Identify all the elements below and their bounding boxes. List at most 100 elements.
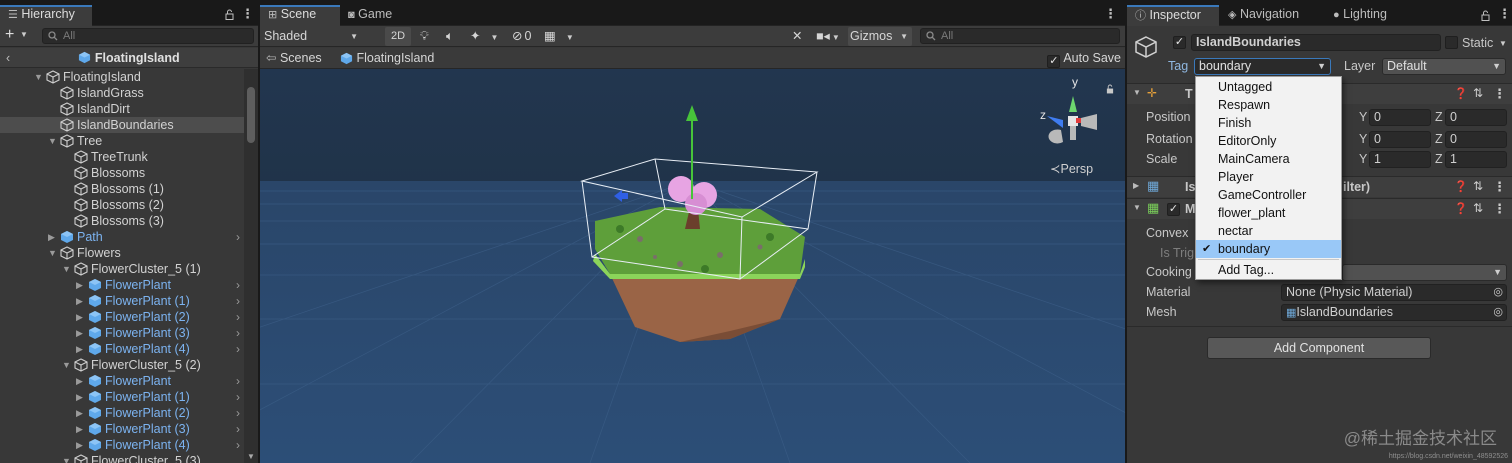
gizmos-dropdown[interactable]: Gizmos ▼: [848, 27, 912, 46]
list-item[interactable]: ▼ FloatingIsland: [0, 69, 244, 85]
breadcrumb-scenes[interactable]: ⇦ Scenes: [266, 49, 322, 68]
lighting-toggle[interactable]: 💡︎: [420, 27, 429, 46]
2d-toggle-button[interactable]: 2D: [385, 27, 411, 46]
chevron-right-icon[interactable]: ›: [236, 405, 240, 421]
chevron-right-icon[interactable]: ›: [236, 277, 240, 293]
hidden-objects-toggle[interactable]: ⊘ 0: [512, 27, 531, 46]
mesh-collider-enabled-checkbox[interactable]: ✓: [1167, 203, 1180, 216]
more-options-icon[interactable]: ⋮: [1493, 86, 1506, 102]
menu-item-nectar[interactable]: nectar: [1196, 222, 1341, 240]
chevron-down-icon[interactable]: ▼: [1499, 39, 1507, 48]
scene-render[interactable]: [260, 69, 1125, 463]
tab-hierarchy[interactable]: ☰ Hierarchy: [0, 5, 92, 26]
tab-inspector[interactable]: ⓘ Inspector: [1127, 5, 1219, 26]
menu-item-editoronly[interactable]: EditorOnly: [1196, 132, 1341, 150]
list-item[interactable]: ▶ FlowerPlant ›: [0, 277, 244, 293]
menu-item-flower-plant[interactable]: flower_plant: [1196, 204, 1341, 222]
lock-icon[interactable]: [1481, 8, 1490, 22]
add-component-button[interactable]: Add Component: [1207, 337, 1431, 359]
list-item[interactable]: ▶ FlowerPlant (3) ›: [0, 325, 244, 341]
scene-viewport[interactable]: y z ≺Persp: [260, 69, 1125, 463]
hierarchy-search-input[interactable]: All: [42, 28, 254, 44]
list-item[interactable]: ▼ Tree: [0, 133, 244, 149]
menu-item-finish[interactable]: Finish: [1196, 114, 1341, 132]
chevron-right-icon[interactable]: ›: [236, 229, 240, 245]
chevron-right-icon[interactable]: ›: [236, 389, 240, 405]
menu-item-player[interactable]: Player: [1196, 168, 1341, 186]
help-icon[interactable]: ❓: [1454, 180, 1468, 193]
menu-item-maincamera[interactable]: MainCamera: [1196, 150, 1341, 168]
presets-icon[interactable]: ⇅: [1473, 201, 1483, 215]
list-item[interactable]: ▶ FlowerPlant (2) ›: [0, 309, 244, 325]
material-field[interactable]: None (Physic Material) ◎: [1281, 284, 1507, 301]
list-item[interactable]: ▼ FlowerCluster_5 (2): [0, 357, 244, 373]
tab-game[interactable]: ◙ Game: [340, 5, 400, 26]
menu-item-respawn[interactable]: Respawn: [1196, 96, 1341, 114]
list-item[interactable]: ▼ FlowerCluster_5 (1): [0, 261, 244, 277]
list-item[interactable]: ▶ FlowerPlant (2) ›: [0, 405, 244, 421]
menu-item-gamecontroller[interactable]: GameController: [1196, 186, 1341, 204]
tag-dropdown[interactable]: boundary ▼: [1194, 58, 1331, 75]
list-item[interactable]: IslandGrass: [0, 85, 244, 101]
effects-dropdown[interactable]: ✦ ▼: [470, 27, 498, 46]
active-checkbox[interactable]: ✓: [1173, 36, 1186, 49]
list-item[interactable]: ▶ FlowerPlant (4) ›: [0, 341, 244, 357]
camera-dropdown[interactable]: ■◂ ▼: [816, 27, 840, 46]
presets-icon[interactable]: ⇅: [1473, 86, 1483, 100]
list-item[interactable]: Blossoms: [0, 165, 244, 181]
layer-dropdown[interactable]: Default ▼: [1382, 58, 1506, 75]
tab-scene[interactable]: ⊞ Scene: [260, 5, 340, 26]
scroll-down-arrow-icon[interactable]: ▼: [247, 452, 255, 461]
position-y-field[interactable]: 0: [1369, 109, 1431, 126]
scene-header[interactable]: ‹ FloatingIsland: [0, 48, 258, 68]
chevron-right-icon[interactable]: ›: [236, 341, 240, 357]
list-item[interactable]: ▶ FlowerPlant (1) ›: [0, 389, 244, 405]
mesh-field[interactable]: ▦IslandBoundaries ◎: [1281, 304, 1507, 321]
list-item[interactable]: Blossoms (3): [0, 213, 244, 229]
list-item-selected[interactable]: IslandBoundaries: [0, 117, 244, 133]
object-picker-icon[interactable]: ◎: [1493, 305, 1503, 320]
list-item[interactable]: ▶ FlowerPlant (3) ›: [0, 421, 244, 437]
list-item[interactable]: ▼ Flowers: [0, 245, 244, 261]
presets-icon[interactable]: ⇅: [1473, 179, 1483, 193]
list-item[interactable]: ▶ Path ›: [0, 229, 244, 245]
list-item[interactable]: ▶ FlowerPlant (1) ›: [0, 293, 244, 309]
object-picker-icon[interactable]: ◎: [1493, 285, 1503, 300]
chevron-right-icon[interactable]: ›: [236, 309, 240, 325]
list-item[interactable]: Blossoms (2): [0, 197, 244, 213]
tab-navigation[interactable]: ◈ Navigation: [1220, 5, 1307, 26]
audio-toggle[interactable]: 🔈︎: [446, 27, 454, 46]
more-options-icon[interactable]: ⋮: [1498, 6, 1511, 22]
add-object-button[interactable]: +: [5, 26, 14, 44]
chevron-right-icon[interactable]: ›: [236, 293, 240, 309]
chevron-right-icon[interactable]: ›: [236, 373, 240, 389]
back-arrow-icon[interactable]: ‹: [6, 48, 10, 68]
grid-dropdown[interactable]: ▦ ▼: [544, 27, 574, 46]
help-icon[interactable]: ❓: [1454, 87, 1468, 100]
cooking-options-dropdown[interactable]: ▼: [1342, 264, 1507, 281]
lock-icon[interactable]: [225, 8, 234, 20]
rotation-z-field[interactable]: 0: [1445, 131, 1507, 148]
list-item[interactable]: ▼ FlowerCluster_5 (3): [0, 453, 244, 463]
more-options-icon[interactable]: ⋮: [241, 6, 254, 22]
more-options-icon[interactable]: ⋮: [1493, 201, 1506, 217]
help-icon[interactable]: ❓: [1454, 202, 1468, 215]
static-checkbox[interactable]: [1445, 36, 1458, 49]
scene-search-input[interactable]: All: [920, 28, 1120, 44]
list-item[interactable]: IslandDirt: [0, 101, 244, 117]
tools-button[interactable]: ✕: [792, 27, 802, 46]
shading-mode-dropdown[interactable]: Shaded ▼: [264, 27, 364, 46]
persp-toggle[interactable]: ≺Persp: [1050, 161, 1093, 176]
auto-save-toggle[interactable]: ✓ Auto Save: [1047, 49, 1121, 68]
more-options-icon[interactable]: ⋮: [1104, 6, 1117, 22]
scrollbar-thumb[interactable]: [247, 87, 255, 143]
hierarchy-scrollbar[interactable]: ▼: [244, 69, 258, 463]
scale-z-field[interactable]: 1: [1445, 151, 1507, 168]
rotation-y-field[interactable]: 0: [1369, 131, 1431, 148]
menu-item-boundary[interactable]: ✔ boundary: [1196, 240, 1341, 258]
list-item[interactable]: ▶ FlowerPlant (4) ›: [0, 437, 244, 453]
more-options-icon[interactable]: ⋮: [1493, 179, 1506, 195]
list-item[interactable]: ▶ FlowerPlant ›: [0, 373, 244, 389]
lock-icon[interactable]: [1106, 81, 1114, 95]
list-item[interactable]: TreeTrunk: [0, 149, 244, 165]
